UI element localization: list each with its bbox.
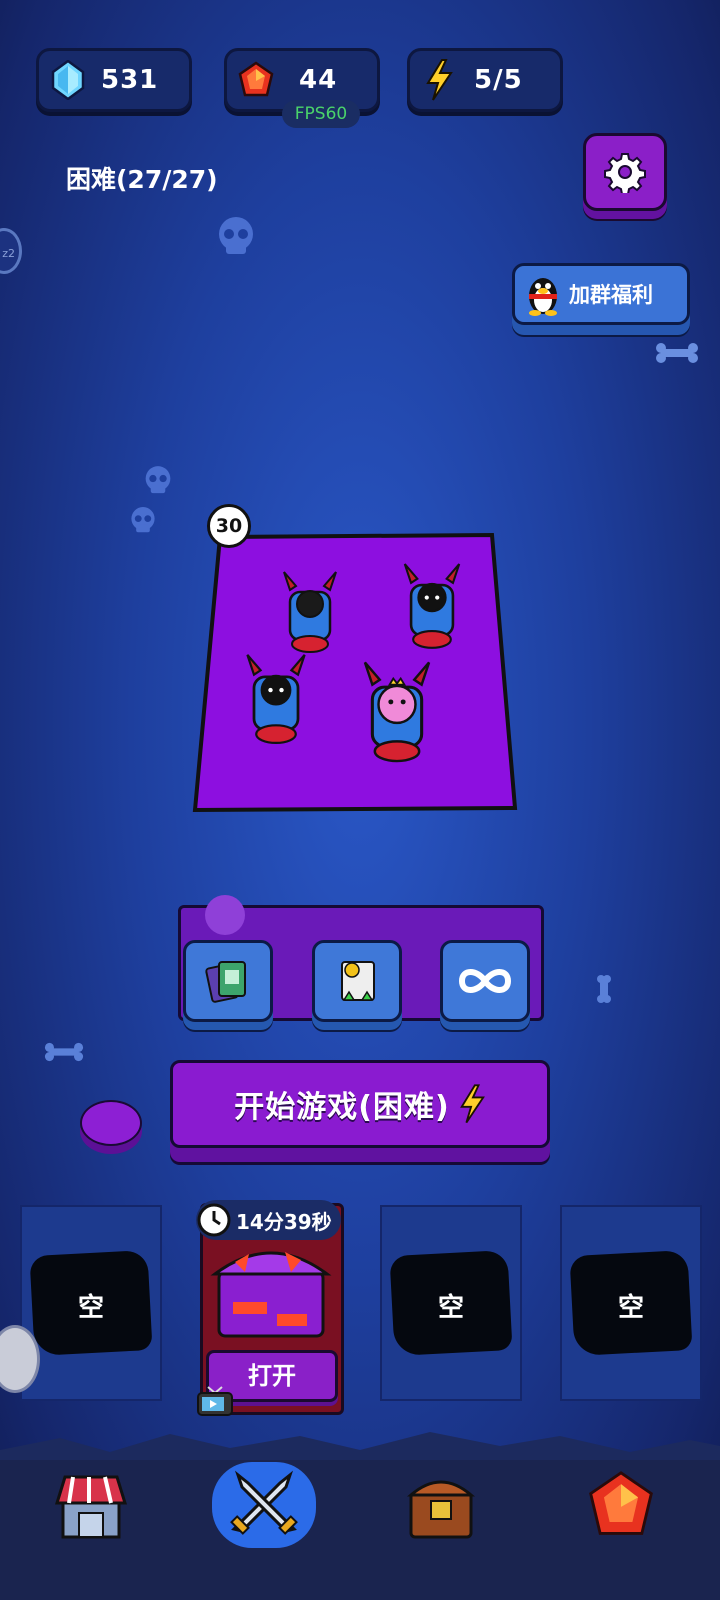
ruby-icon [233, 57, 279, 103]
enemy-cart-pink-icon [363, 661, 431, 763]
skull-decoration-icon [145, 466, 171, 494]
side-purple-button[interactable] [80, 1100, 142, 1146]
chest-icon [406, 1480, 476, 1539]
empty-slot-label: 空 [437, 1293, 464, 1323]
empty-slot-label: 空 [77, 1293, 104, 1323]
skull-decoration-icon [131, 507, 155, 533]
energy-counter[interactable]: 5/5 [407, 48, 563, 112]
skill-upgrade-button[interactable] [312, 940, 402, 1022]
chest-timer-text: 14分39秒 [236, 1209, 332, 1234]
card-deck-icon [205, 961, 246, 1003]
empty-slot-label: 空 [617, 1293, 644, 1323]
infinity-icon [458, 969, 512, 993]
join-group-label: 加群福利 [569, 283, 653, 307]
ruby-count: 44 [299, 65, 338, 95]
enemy-cart-icon [283, 571, 337, 653]
ruby-icon [589, 1471, 653, 1535]
penguin-icon [529, 278, 557, 316]
watch-ad-tv-icon[interactable] [196, 1385, 234, 1417]
nav-battle-tab[interactable] [212, 1462, 316, 1548]
gear-icon [604, 153, 646, 193]
bone-decoration-icon [656, 343, 698, 363]
panel-knob [205, 895, 245, 935]
enemy-cart-icon [403, 563, 461, 649]
board-level-badge: 30 [207, 504, 251, 548]
start-game-button[interactable]: 开始游戏(困难) [170, 1060, 550, 1148]
fps-label: FPS60 [282, 100, 360, 128]
chest-timer: 14分39秒 [196, 1200, 341, 1240]
shop-icon [54, 1475, 128, 1539]
coin-upgrade-icon [341, 961, 375, 1001]
lightning-icon [459, 1084, 485, 1124]
start-game-label: 开始游戏(困难) [234, 1090, 450, 1125]
diamond-icon [45, 57, 91, 103]
nav-chest-tab[interactable] [398, 1462, 484, 1548]
clock-icon [197, 1203, 231, 1237]
nav-shop-tab[interactable] [48, 1462, 134, 1548]
nav-gems-tab[interactable] [578, 1462, 664, 1548]
difficulty-label: 困难(27/27) [66, 165, 218, 194]
battle-swords-icon [230, 1470, 298, 1535]
chest-slot-3[interactable]: 空 [380, 1205, 522, 1401]
enemy-cart-icon [246, 654, 306, 744]
side-tab-button[interactable]: z2 [0, 228, 22, 274]
bone-decoration-icon [44, 1042, 84, 1062]
skill-card-button[interactable] [183, 940, 273, 1022]
chest-slot-4[interactable]: 空 [560, 1205, 702, 1401]
diamond-count: 531 [101, 65, 159, 95]
chest-slot-1[interactable]: 空 [20, 1205, 162, 1401]
skull-decoration-icon [219, 217, 253, 254]
settings-button[interactable] [583, 133, 667, 211]
energy-count: 5/5 [474, 65, 523, 95]
join-group-button[interactable]: 加群福利 [512, 263, 690, 325]
chest-icon [210, 1251, 332, 1338]
skill-infinity-button[interactable] [440, 940, 530, 1022]
lightning-icon [416, 57, 462, 103]
bone-decoration-icon [597, 975, 611, 1003]
diamond-counter[interactable]: 531 [36, 48, 192, 112]
